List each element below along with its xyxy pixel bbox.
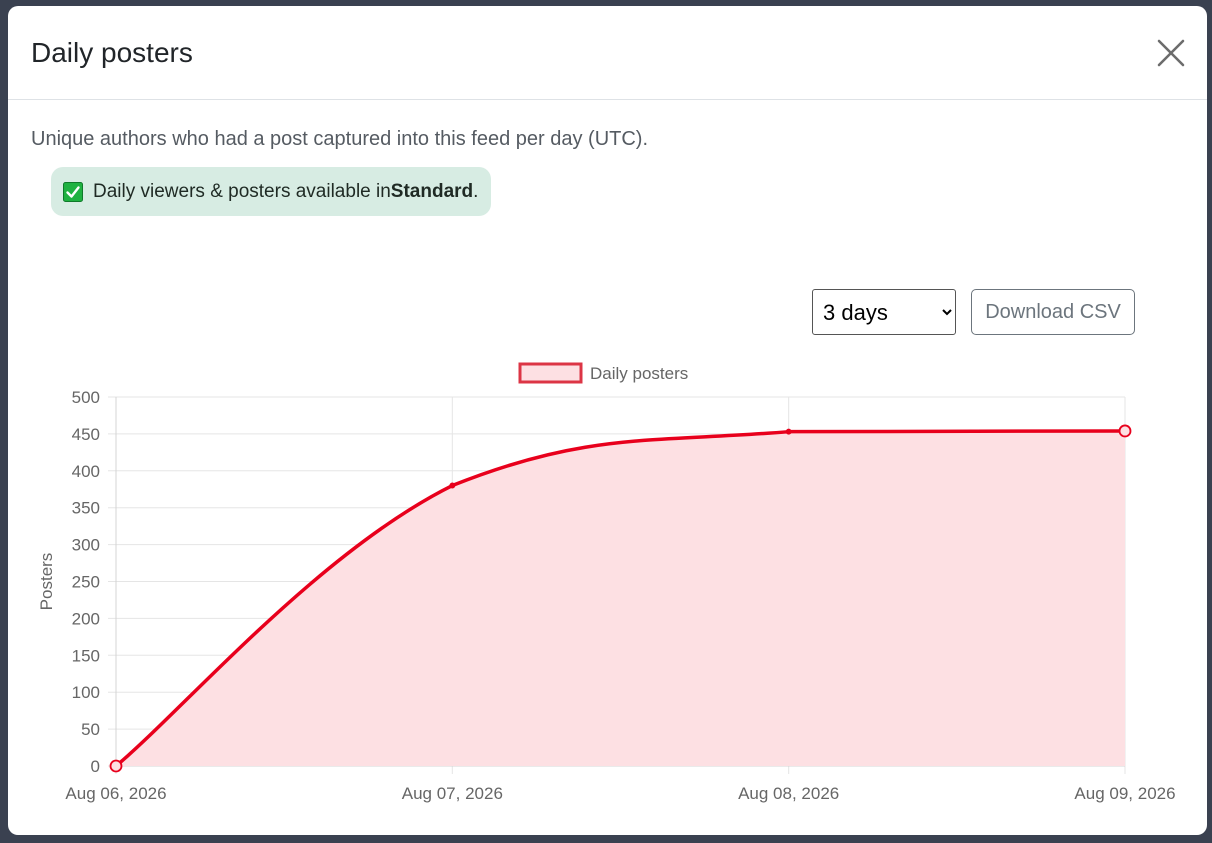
y-tick-label: 50 [81,720,100,739]
data-point [449,482,456,489]
check-icon [63,181,83,202]
badge-text-prefix: Daily viewers & posters available in [93,180,391,202]
legend-swatch [518,362,583,384]
y-tick-label: 250 [72,573,100,592]
y-tick-label: 500 [72,388,100,407]
range-select[interactable]: 3 days [812,289,956,335]
x-tick-label: Aug 07, 2026 [402,784,503,803]
y-tick-label: 450 [72,425,100,444]
y-tick-label: 100 [72,683,100,702]
y-tick-label: 400 [72,462,100,481]
y-tick-label: 200 [72,609,100,628]
legend-label: Daily posters [590,364,688,383]
chart-description: Unique authors who had a post captured i… [31,128,649,150]
y-tick-label: 150 [72,646,100,665]
badge-plan-name: Standard [390,180,474,202]
download-csv-button[interactable]: Download CSV [971,289,1135,335]
x-tick-label: Aug 06, 2026 [65,784,166,803]
y-tick-label: 0 [91,757,100,776]
close-button[interactable] [1154,36,1188,70]
x-tick-label: Aug 09, 2026 [1074,784,1175,803]
close-icon [1157,39,1185,67]
plan-availability-badge: Daily viewers & posters available in Sta… [51,167,492,216]
data-point [109,759,123,773]
y-tick-label: 300 [72,536,100,555]
data-point [1118,424,1132,438]
x-tick-label: Aug 08, 2026 [738,784,839,803]
daily-posters-modal: Daily posters Unique authors who had a p… [8,6,1207,835]
modal-header: Daily posters [8,6,1207,100]
series-area-fill [116,430,1125,766]
daily-posters-chart: 0 50 100 150 200 250 300 350 400 450 500 Aug 06, 20… [37,362,1176,803]
y-axis-title: Posters [37,553,56,611]
badge-text-suffix: . [473,180,479,202]
y-tick-label: 350 [72,499,100,518]
data-point [785,428,792,435]
modal-title: Daily posters [31,37,193,68]
